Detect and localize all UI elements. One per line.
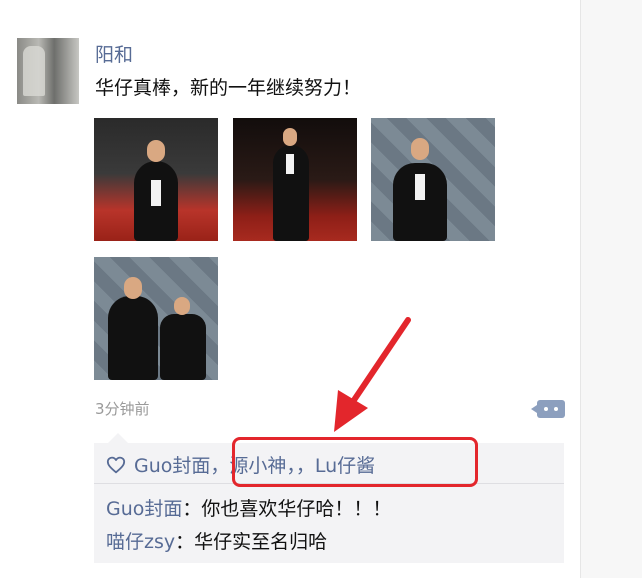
annotation-highlight-box (232, 437, 478, 487)
comment-item[interactable]: 喵仔zsy：华仔实至名归哈 (106, 527, 327, 554)
comment-separator: ： (182, 498, 202, 520)
avatar[interactable] (17, 38, 79, 104)
post-photo-1[interactable] (94, 118, 218, 241)
post-photo-2[interactable] (233, 118, 357, 241)
post-text: 华仔真棒，新的一年继续努力！ (95, 77, 362, 99)
comment-author[interactable]: 喵仔zsy (106, 531, 175, 553)
side-panel (580, 0, 642, 578)
heart-outline-icon (106, 456, 126, 474)
comment-author[interactable]: Guo封面 (106, 498, 182, 520)
comment-text: 你也喜欢华仔哈！！！ (201, 498, 392, 520)
avatar-figure (23, 46, 45, 96)
comment-item[interactable]: Guo封面：你也喜欢华仔哈！！！ (106, 494, 391, 521)
comment-text: 华仔实至名归哈 (194, 531, 328, 553)
post-timestamp: 3分钟前 (95, 400, 150, 418)
post-photo-4[interactable] (94, 257, 218, 380)
comment-separator: ： (175, 531, 195, 553)
annotation-arrow (334, 317, 411, 432)
comment-button[interactable] (531, 400, 565, 418)
post-author[interactable]: 阳和 (95, 40, 133, 67)
post-photo-3[interactable] (371, 118, 495, 241)
